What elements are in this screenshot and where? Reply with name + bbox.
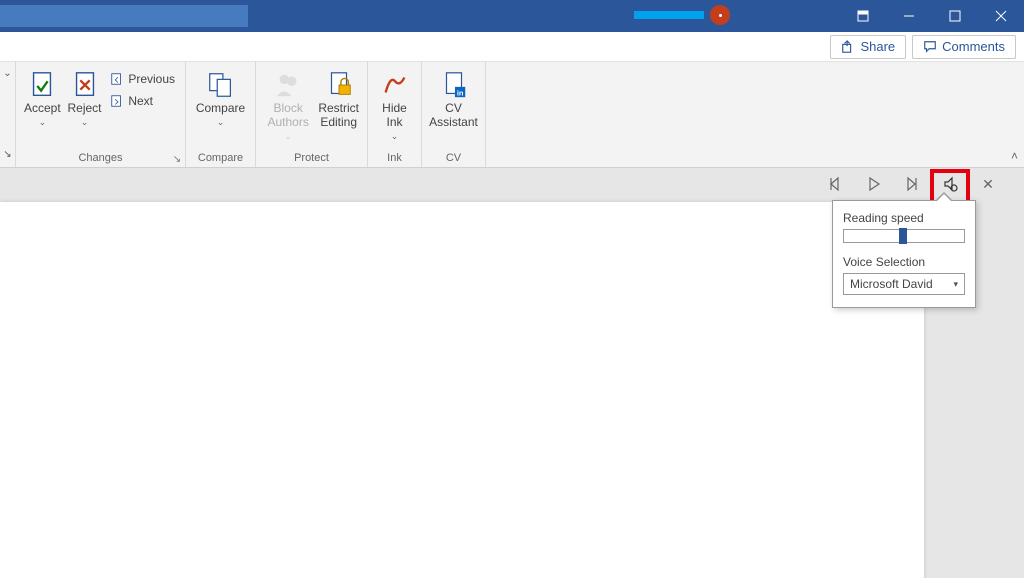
ribbon-leading-column: ⌄ ↘ (0, 62, 16, 167)
changes-group-label: Changes (22, 150, 179, 167)
comments-button[interactable]: Comments (912, 35, 1016, 59)
chevron-down-icon: ▾ (953, 279, 958, 290)
read-aloud-previous-button[interactable] (824, 172, 848, 196)
ribbon-group-protect: Block Authors ⌄ Restrict Editing Protect (256, 62, 368, 167)
title-center (540, 5, 730, 25)
restrict-label: Restrict Editing (318, 102, 359, 130)
ribbon-group-compare: Compare ⌄ Compare (186, 62, 256, 167)
read-aloud-close-button[interactable]: ✕ (976, 172, 1000, 196)
slider-thumb[interactable] (899, 228, 907, 244)
previous-label: Previous (128, 72, 175, 86)
read-aloud-next-button[interactable] (900, 172, 924, 196)
changes-dialog-launcher[interactable]: ↘ (171, 153, 183, 165)
hide-ink-button[interactable]: Hide Ink ⌄ (374, 64, 415, 145)
restrict-editing-icon (324, 70, 354, 100)
share-button[interactable]: Share (830, 35, 906, 59)
compare-label: Compare (196, 102, 245, 116)
close-window-button[interactable] (978, 0, 1024, 32)
autosave-strip (634, 11, 704, 19)
ribbon-group-changes: Accept ⌄ Reject ⌄ Previous (16, 62, 186, 167)
voice-selection-label: Voice Selection (843, 255, 965, 269)
title-bar (0, 0, 1024, 32)
cv-assistant-icon: in (439, 70, 469, 100)
next-label: Next (128, 94, 153, 108)
block-authors-icon (273, 70, 303, 100)
read-aloud-play-button[interactable] (862, 172, 886, 196)
minimize-button[interactable] (886, 0, 932, 32)
compare-group-label: Compare (192, 150, 249, 167)
collapse-ribbon-button[interactable]: ˄ (1011, 149, 1018, 163)
read-aloud-toolbar: ✕ (818, 168, 1006, 200)
share-label: Share (860, 39, 895, 54)
svg-text:in: in (456, 88, 463, 97)
reject-button[interactable]: Reject ⌄ (65, 64, 105, 131)
read-aloud-settings-popup: Reading speed Voice Selection Microsoft … (832, 200, 976, 308)
hide-ink-icon (380, 70, 410, 100)
document-title-placeholder (0, 5, 248, 27)
ribbon-leading-top[interactable]: ⌄ (2, 68, 13, 82)
next-icon (110, 94, 124, 108)
accept-icon (27, 70, 57, 100)
ribbon-leading-bottom[interactable]: ↘ (2, 149, 13, 163)
comments-label: Comments (942, 39, 1005, 54)
compare-icon (206, 70, 236, 100)
restrict-editing-button[interactable]: Restrict Editing (316, 64, 361, 134)
voice-selection-dropdown[interactable]: Microsoft David ▾ (843, 273, 965, 295)
ribbon-display-options-button[interactable] (840, 0, 886, 32)
reject-icon (70, 70, 100, 100)
reading-speed-slider[interactable] (843, 229, 965, 243)
protect-group-label: Protect (262, 150, 361, 167)
ribbon-group-cv: in CV Assistant CV (422, 62, 486, 167)
ribbon: ⌄ ↘ Accept ⌄ (0, 62, 1024, 168)
unsaved-indicator-icon (710, 5, 730, 25)
reject-label: Reject (67, 102, 101, 116)
accept-label: Accept (24, 102, 61, 116)
accept-button[interactable]: Accept ⌄ (22, 64, 63, 131)
collab-bar: Share Comments (0, 32, 1024, 62)
compare-button[interactable]: Compare ⌄ (195, 64, 247, 131)
document-page[interactable] (0, 202, 924, 578)
block-authors-label: Block Authors (264, 102, 312, 130)
previous-change-button[interactable]: Previous (106, 70, 179, 88)
hide-ink-label: Hide Ink (376, 102, 413, 130)
voice-selection-value: Microsoft David (850, 277, 933, 291)
cv-group-label: CV (428, 150, 479, 167)
chevron-down-icon: ⌄ (391, 131, 399, 141)
ink-group-label: Ink (374, 150, 415, 167)
reading-speed-label: Reading speed (843, 211, 965, 225)
chevron-down-icon: ⌄ (284, 131, 292, 141)
block-authors-button: Block Authors ⌄ (262, 64, 314, 145)
cv-assistant-button[interactable]: in CV Assistant (427, 64, 480, 134)
chevron-down-icon: ⌄ (81, 117, 89, 127)
previous-icon (110, 72, 124, 86)
document-area: ✕ Reading speed Voice Selection Microsof… (0, 168, 1024, 578)
ribbon-group-ink: Hide Ink ⌄ Ink (368, 62, 422, 167)
next-change-button[interactable]: Next (106, 92, 179, 110)
chevron-down-icon: ⌄ (217, 117, 225, 127)
chevron-down-icon: ⌄ (39, 117, 47, 127)
cv-assistant-label: CV Assistant (429, 102, 478, 130)
maximize-button[interactable] (932, 0, 978, 32)
